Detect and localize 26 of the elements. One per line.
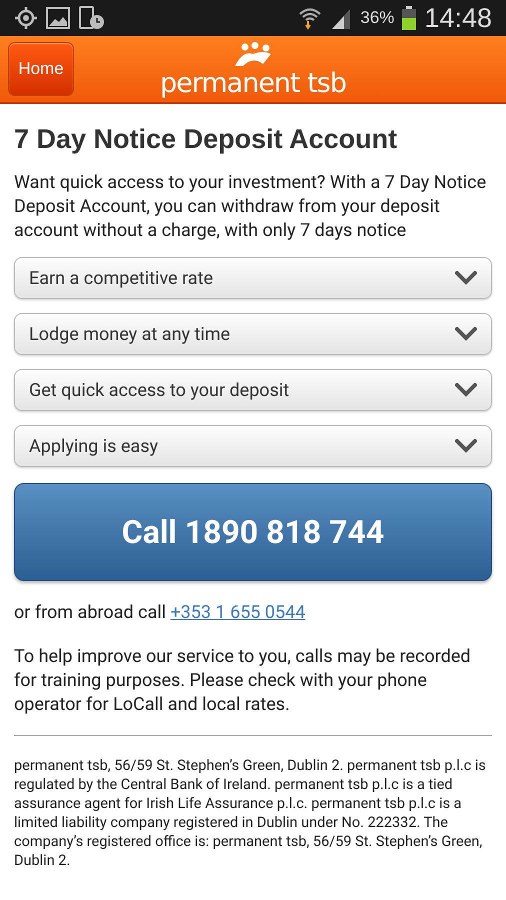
chevron-icon [455,327,477,341]
chevron-icon [455,271,477,285]
phone-link[interactable]: +353 1 655 0544 [170,602,306,623]
signal-icon [330,7,352,29]
page-title: 7 Day Notice Deposit Account [14,124,398,155]
wifi-icon [298,6,322,30]
call-button[interactable]: Call 1890 818 744 [14,483,492,581]
call-recording-note: To help improve our service to you, calls may be recorded for training purposes. Please check with your phone operator for LoCall and local rates. [14,645,472,717]
intro-paragraph: Want quick access to your investment? With a 7 Day Notice Deposit Account, you can withdraw from your deposit account without a charge, with only 7 days notice [14,171,488,243]
accordion-header[interactable]: Get quick access to your deposit [14,369,492,411]
chevron-icon [455,439,477,453]
accordion-header[interactable]: Applying is easy [14,425,492,467]
phone-clock-icon [78,6,106,30]
accordion-header[interactable]: Earn a competitive rate [14,257,492,299]
battery-icon [402,6,416,30]
gps-icon [14,6,38,30]
clock: 14:48 [424,2,492,34]
home-button[interactable]: Home [8,42,74,96]
legal-footer: permanent tsb, 56/59 St. Stephen’s Green, Dublin 2. permanent tsb p.l.c is regulated by the Central Bank of Ireland. permanent tsb p.l.c is a tied assurance agent for Irish Life Assurance p.l.c. permanent tsb p.l.c is a limited liability company registered in Dublin under No. 222332. The company’s registered office is: permanent tsb, 56/59 St. Stephen’s Green, Dublin 2. [14,756,492,870]
accordion-header[interactable]: Lodge money at any time [14,313,492,355]
chevron-icon [455,383,477,397]
people-logo-icon [233,42,273,68]
abroad-call-text: or from abroad call +353 1 655 0544 [14,601,306,625]
battery-percentage: 36% [360,8,394,28]
image-icon [46,7,70,29]
logo-wordmark: permanent tsb [160,68,346,99]
